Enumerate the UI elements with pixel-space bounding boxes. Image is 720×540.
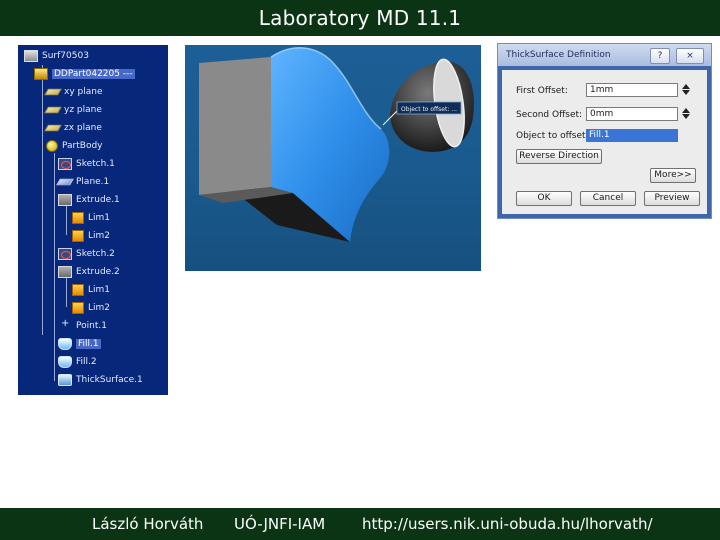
tree-item-plane-1[interactable]: Plane.1 bbox=[56, 175, 110, 189]
tree-connector bbox=[66, 205, 67, 235]
tree-item-label: yz plane bbox=[64, 105, 102, 115]
tree-item-yz-plane[interactable]: yz plane bbox=[44, 103, 102, 117]
tree-item-label: xy plane bbox=[64, 87, 103, 97]
point-icon bbox=[61, 318, 69, 329]
tree-item-lim1[interactable]: Lim1 bbox=[72, 211, 110, 225]
object-to-offset-field[interactable]: Fill.1 bbox=[586, 129, 678, 142]
preview-button[interactable]: Preview bbox=[644, 191, 700, 206]
spin-down-icon[interactable] bbox=[682, 90, 690, 95]
tree-item-sketch-1[interactable]: Sketch.1 bbox=[58, 157, 115, 171]
tree-item-lim2[interactable]: Lim2 bbox=[72, 229, 110, 243]
limit-icon bbox=[72, 230, 84, 242]
object-tag-text: Object to offset: ... bbox=[401, 106, 457, 113]
tree-item-zx-plane[interactable]: zx plane bbox=[44, 121, 102, 135]
tree-item-extrude-1[interactable]: Extrude.1 bbox=[58, 193, 120, 207]
ok-button[interactable]: OK bbox=[516, 191, 572, 206]
reverse-direction-button[interactable]: Reverse Direction bbox=[516, 149, 602, 164]
limit-icon bbox=[72, 212, 84, 224]
extrude-icon bbox=[58, 266, 72, 278]
tree-item-point-1[interactable]: Point.1 bbox=[58, 318, 107, 333]
second-offset-field[interactable]: 0mm bbox=[586, 107, 678, 121]
tree-item-lim1[interactable]: Lim1 bbox=[72, 283, 110, 297]
tree-connector bbox=[54, 153, 55, 381]
spin-down-icon[interactable] bbox=[682, 114, 690, 119]
slide-title: Laboratory MD 11.1 bbox=[258, 6, 462, 30]
thicksurface-icon bbox=[58, 374, 72, 386]
tree-item-fill-2[interactable]: Fill.2 bbox=[58, 355, 97, 369]
3d-model-render: Object to offset: ... bbox=[199, 47, 474, 242]
3d-viewport[interactable]: Object to offset: ... bbox=[185, 45, 481, 271]
first-offset-spinner[interactable] bbox=[680, 83, 692, 97]
tree-item-label: Fill.2 bbox=[76, 357, 97, 367]
tree-item-label: Extrude.1 bbox=[76, 195, 120, 205]
slide-footer: László Horváth UÓ-JNFI-IAM http://users.… bbox=[0, 508, 720, 540]
limit-icon bbox=[72, 284, 84, 296]
tree-item-partbody[interactable]: PartBody bbox=[46, 139, 103, 153]
spin-up-icon[interactable] bbox=[682, 108, 690, 113]
assembly-icon bbox=[24, 50, 38, 62]
tree-item-root[interactable]: Surf70503 bbox=[24, 49, 89, 63]
tree-item-label: Plane.1 bbox=[76, 177, 110, 187]
tree-item-extrude-2[interactable]: Extrude.2 bbox=[58, 265, 120, 279]
second-offset-spinner[interactable] bbox=[680, 107, 692, 121]
dialog-body: First Offset: 1mm Second Offset: 0mm Obj… bbox=[502, 70, 707, 214]
specification-tree[interactable]: Surf70503 DDPart042205 --- xy plane yz p… bbox=[18, 45, 168, 395]
tree-item-label: Lim2 bbox=[88, 231, 111, 241]
plane-icon bbox=[44, 88, 62, 96]
tree-item-label: DDPart042205 --- bbox=[52, 69, 135, 79]
close-button[interactable]: × bbox=[676, 48, 704, 64]
tree-item-xy-plane[interactable]: xy plane bbox=[44, 85, 103, 99]
footer-author: László Horváth bbox=[92, 515, 204, 533]
tree-item-label: Fill.1 bbox=[76, 339, 101, 349]
help-button[interactable]: ? bbox=[650, 48, 670, 64]
sketch-icon bbox=[58, 158, 72, 170]
dialog-title-bar[interactable]: ThickSurface Definition ? × bbox=[498, 44, 711, 66]
second-offset-label: Second Offset: bbox=[516, 110, 583, 120]
spin-up-icon[interactable] bbox=[682, 84, 690, 89]
extrude-icon bbox=[58, 194, 72, 206]
limit-icon bbox=[72, 302, 84, 314]
part-icon bbox=[34, 68, 48, 80]
tree-item-part[interactable]: DDPart042205 --- bbox=[34, 67, 135, 81]
plane-icon bbox=[56, 178, 74, 186]
cancel-button[interactable]: Cancel bbox=[580, 191, 636, 206]
tree-item-thicksurface-1[interactable]: ThickSurface.1 bbox=[58, 373, 143, 387]
fill-icon bbox=[58, 356, 72, 368]
tree-item-label: Surf70503 bbox=[42, 51, 89, 61]
box-front-face bbox=[199, 57, 271, 195]
tree-item-sketch-2[interactable]: Sketch.2 bbox=[58, 247, 115, 261]
tree-item-label: zx plane bbox=[64, 123, 102, 133]
thicksurface-dialog[interactable]: ThickSurface Definition ? × First Offset… bbox=[497, 43, 712, 219]
footer-institute: UÓ-JNFI-IAM bbox=[234, 515, 326, 533]
partbody-icon bbox=[46, 140, 58, 152]
sketch-icon bbox=[58, 248, 72, 260]
tree-item-label: Lim2 bbox=[88, 303, 111, 313]
tree-item-label: Lim1 bbox=[88, 213, 111, 223]
tree-item-label: Sketch.1 bbox=[76, 159, 115, 169]
tree-item-label: Point.1 bbox=[76, 321, 107, 331]
tree-connector bbox=[66, 277, 67, 307]
more-button[interactable]: More>> bbox=[650, 168, 696, 183]
tree-item-label: Extrude.2 bbox=[76, 267, 120, 277]
object-to-offset-label: Object to offset: bbox=[516, 131, 589, 141]
first-offset-label: First Offset: bbox=[516, 86, 568, 96]
footer-url[interactable]: http://users.nik.uni-obuda.hu/lhorvath/ bbox=[362, 515, 653, 533]
tree-item-label: ThickSurface.1 bbox=[76, 375, 143, 385]
tree-item-label: Lim1 bbox=[88, 285, 111, 295]
slide-title-bar: Laboratory MD 11.1 bbox=[0, 0, 720, 36]
tree-item-label: PartBody bbox=[62, 141, 103, 151]
tree-item-label: Sketch.2 bbox=[76, 249, 115, 259]
fill-icon bbox=[58, 338, 72, 350]
plane-icon bbox=[44, 106, 62, 114]
dialog-title: ThickSurface Definition bbox=[506, 50, 611, 60]
tree-item-fill-1[interactable]: Fill.1 bbox=[58, 337, 101, 351]
tree-item-lim2[interactable]: Lim2 bbox=[72, 301, 110, 315]
first-offset-field[interactable]: 1mm bbox=[586, 83, 678, 97]
tree-connector bbox=[42, 65, 43, 335]
plane-icon bbox=[44, 124, 62, 132]
